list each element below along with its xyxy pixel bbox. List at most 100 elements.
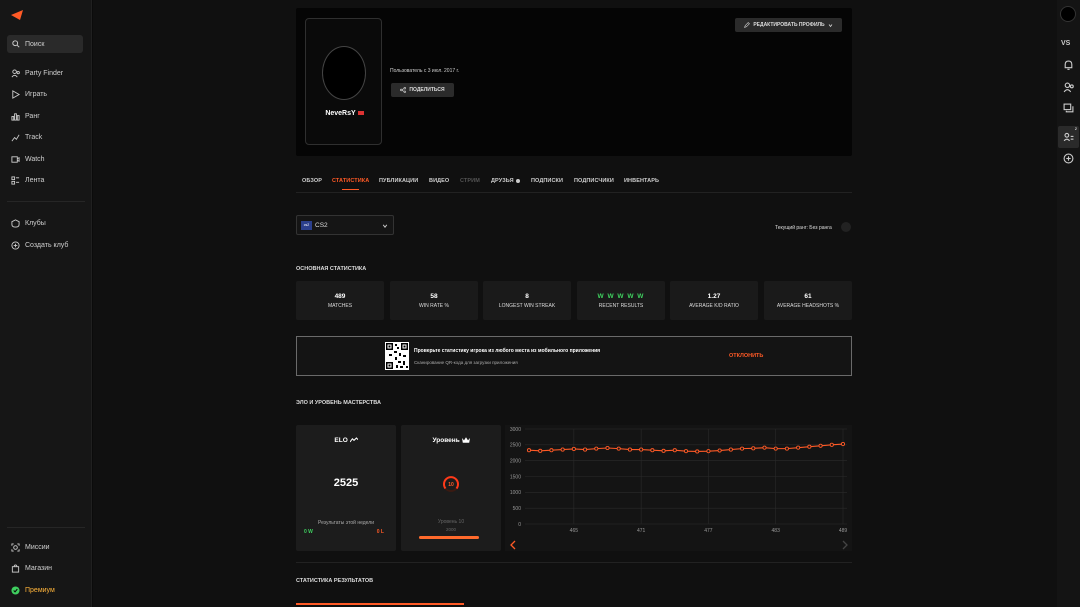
sidebar-item-watch[interactable]: Watch	[11, 153, 45, 165]
banner-subtext: Сканирование QR-кода для загрузки прилож…	[414, 360, 518, 365]
main-stats-title: ОСНОВНАЯ СТАТИСТИКА	[296, 266, 367, 272]
elo-data-point	[571, 446, 576, 452]
cs2-game-icon: cs2	[301, 220, 312, 230]
tab-video[interactable]: ВИДЕО	[429, 178, 449, 184]
elo-data-point	[583, 447, 588, 452]
elo-card: ELO 2525 Результаты этой недели 0 W 0 L	[296, 425, 396, 551]
sidebar-item-shop[interactable]: Магазин	[11, 562, 52, 574]
member-since: Пользователь с 3 июл. 2017 г.	[390, 68, 460, 74]
sidebar-item-rank[interactable]: Ранг	[11, 110, 40, 122]
stat-label: AVERAGE HEADSHOTS %	[776, 303, 840, 309]
rank-badge	[841, 222, 851, 232]
trend-icon	[349, 437, 358, 443]
vs-button[interactable]: VS	[1061, 40, 1070, 47]
sidebar-item-label: Track	[25, 133, 43, 141]
stat-card-kd-ratio: 1.27 AVERAGE K/D RATIO	[670, 281, 758, 320]
results-active-tab-indicator	[296, 603, 464, 605]
week-results-label: Результаты этой недели	[317, 520, 375, 526]
decline-button[interactable]: ОТКЛОНИТЬ	[729, 353, 763, 359]
y-tick-label: 500	[513, 506, 522, 512]
x-tick-label: 471	[637, 528, 646, 534]
search-input[interactable]: Поиск	[7, 35, 83, 53]
profile-nickname: NeveRsY	[306, 110, 383, 117]
x-tick-label: 465	[570, 528, 579, 534]
shop-icon	[11, 563, 20, 573]
sidebar-item-label: Лента	[25, 176, 45, 184]
sidebar-item-label: Магазин	[25, 564, 53, 572]
level-progress-bar	[419, 536, 479, 539]
y-tick-label: 2000	[510, 458, 521, 464]
friends-panel-toggle[interactable]: 2	[1058, 126, 1079, 148]
elo-data-point	[627, 447, 632, 452]
friends-list-icon	[1063, 132, 1074, 142]
play-icon	[12, 89, 20, 99]
track-icon	[11, 134, 20, 141]
missions-icon	[11, 542, 20, 552]
sidebar-item-party-finder[interactable]: Party Finder	[11, 67, 63, 79]
sidebar-item-clubs[interactable]: Клубы	[11, 217, 46, 229]
stat-value: 8	[525, 293, 529, 300]
y-tick-label: 3000	[510, 427, 521, 433]
elo-data-point	[762, 445, 767, 450]
watch-icon	[11, 155, 20, 163]
tab-publications[interactable]: ПУБЛИКАЦИИ	[379, 178, 418, 184]
elo-data-point	[616, 446, 621, 451]
users-icon[interactable]	[1063, 82, 1074, 93]
elo-section-title: ЭЛО И УРОВЕНЬ МАСТЕРСТВА	[296, 400, 381, 406]
tab-friends[interactable]: ДРУЗЬЯ	[491, 178, 520, 184]
share-button[interactable]: ПОДЕЛИТЬСЯ	[391, 83, 454, 97]
tab-statistics[interactable]: СТАТИСТИКА	[332, 178, 369, 190]
elo-card-title: ELO	[296, 437, 396, 444]
elo-data-point	[740, 446, 745, 451]
elo-data-point	[717, 448, 722, 453]
elo-data-point	[840, 441, 846, 447]
elo-data-point	[538, 448, 543, 453]
edit-profile-button[interactable]: РЕДАКТИРОВАТЬ ПРОФИЛЬ	[735, 18, 842, 32]
level-label: Уровень 10	[437, 519, 465, 525]
stat-label: WIN RATE %	[419, 303, 449, 309]
bell-icon[interactable]	[1063, 60, 1074, 71]
sidebar-item-label: Премиум	[25, 586, 55, 594]
level-card: Уровень 10 Уровень 10 2000	[401, 425, 501, 551]
sidebar-divider	[7, 527, 85, 528]
section-divider	[296, 562, 852, 563]
sidebar-item-track[interactable]: Track	[11, 131, 42, 143]
tab-inventory[interactable]: ИНВЕНТАРЬ	[624, 178, 659, 184]
logo-icon[interactable]	[11, 10, 23, 20]
banner-text: Проверьте статистику игрока из любого ме…	[414, 348, 601, 354]
search-label: Поиск	[25, 40, 45, 48]
stat-label: AVERAGE K/D RATIO	[689, 303, 739, 309]
y-tick-label: 2500	[510, 443, 521, 449]
elo-data-point	[829, 442, 834, 447]
chevron-down-icon	[828, 23, 832, 27]
game-select[interactable]: cs2 CS2	[296, 215, 394, 235]
sidebar-item-missions[interactable]: Миссии	[11, 541, 50, 553]
y-tick-label: 1000	[510, 490, 521, 496]
elo-data-point	[751, 446, 756, 451]
elo-data-point	[549, 448, 554, 453]
results-section-title: СТАТИСТИКА РЕЗУЛЬТАТОВ	[296, 578, 374, 584]
sidebar-item-feed[interactable]: Лента	[11, 174, 44, 186]
user-avatar[interactable]	[1060, 6, 1076, 22]
level-progress-fill	[419, 536, 479, 539]
crown-icon	[461, 437, 470, 444]
add-circle-icon[interactable]	[1063, 153, 1074, 164]
elo-data-point	[639, 447, 644, 452]
level-number: 10	[448, 482, 454, 488]
sidebar-item-create-club[interactable]: Создать клуб	[11, 239, 68, 251]
level-card-title: Уровень	[401, 437, 501, 444]
chart-background	[505, 425, 852, 551]
tab-overview[interactable]: ОБЗОР	[302, 178, 322, 184]
tab-subscriptions[interactable]: ПОДПИСКИ	[531, 178, 563, 184]
sidebar-item-premium[interactable]: Премиум	[11, 584, 55, 596]
elo-data-point	[560, 447, 565, 452]
sidebar-item-play[interactable]: Играть	[11, 88, 47, 100]
week-losses: 0 L	[376, 529, 384, 535]
tab-subscribers[interactable]: ПОДПИСЧИКИ	[574, 178, 614, 184]
sidebar-item-label: Миссии	[25, 543, 50, 551]
elo-data-point	[672, 448, 677, 453]
elo-data-point	[594, 446, 599, 451]
tab-stream[interactable]: СТРИМ	[460, 178, 480, 184]
elo-value: 2525	[333, 477, 359, 489]
chat-icon[interactable]	[1063, 103, 1074, 114]
